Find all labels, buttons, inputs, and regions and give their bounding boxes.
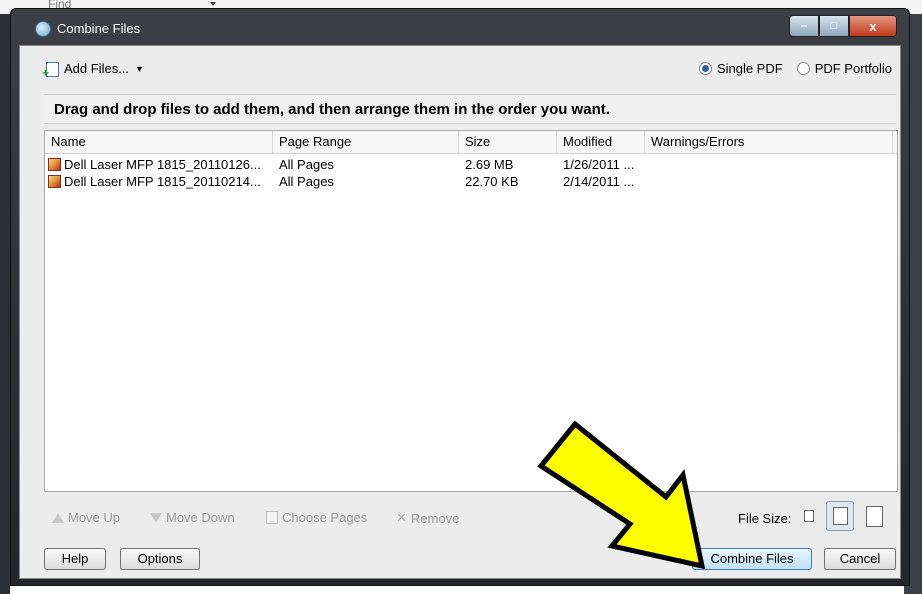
move-up-label: Move Up bbox=[68, 510, 121, 525]
minimize-button[interactable]: ‒ bbox=[789, 15, 819, 37]
file-list[interactable]: Name Page Range Size Modified Warnings/E… bbox=[44, 130, 898, 492]
output-type-group: Single PDF PDF Portfolio bbox=[698, 61, 892, 76]
choose-pages-label: Choose Pages bbox=[282, 510, 368, 525]
arrow-up-icon bbox=[52, 512, 64, 523]
file-modified: 2/14/2011 ... bbox=[563, 174, 635, 189]
file-size-medium-button[interactable] bbox=[826, 501, 854, 531]
column-header-size[interactable]: Size bbox=[459, 131, 557, 153]
column-header-name[interactable]: Name bbox=[45, 131, 273, 153]
dropdown-caret-icon: ▼ bbox=[135, 63, 144, 74]
combine-files-button[interactable]: Combine Files bbox=[692, 548, 812, 570]
list-actions: Move Up Move Down Choose Pages ✕ Remove … bbox=[44, 500, 896, 532]
table-row[interactable]: Dell Laser MFP 1815_20110214... All Page… bbox=[45, 173, 897, 190]
column-header-page-range[interactable]: Page Range bbox=[273, 131, 459, 153]
table-row[interactable]: Dell Laser MFP 1815_20110126... All Page… bbox=[45, 156, 897, 173]
file-list-header: Name Page Range Size Modified Warnings/E… bbox=[45, 131, 897, 154]
file-size-small-button[interactable] bbox=[800, 504, 818, 528]
remove-x-icon: ✕ bbox=[396, 510, 407, 525]
file-size-label: File Size: bbox=[738, 511, 792, 526]
combine-files-icon bbox=[35, 21, 51, 37]
instructions-banner: Drag and drop files to add them, and the… bbox=[44, 94, 896, 124]
file-warnings bbox=[645, 156, 893, 173]
single-pdf-label: Single PDF bbox=[716, 61, 783, 76]
file-page-range: All Pages bbox=[279, 157, 334, 172]
background-caret-icon bbox=[210, 2, 216, 6]
pdf-portfolio-label: PDF Portfolio bbox=[814, 61, 892, 76]
add-files-button[interactable]: + Add Files... ▼ bbox=[42, 61, 144, 79]
file-name: Dell Laser MFP 1815_20110126... bbox=[64, 157, 261, 172]
column-header-modified[interactable]: Modified bbox=[557, 131, 645, 153]
maximize-button[interactable]: □ bbox=[819, 15, 849, 37]
choose-pages-button[interactable]: Choose Pages bbox=[266, 510, 367, 525]
dialog-body: + Add Files... ▼ Single PDF PDF Portfoli… bbox=[19, 45, 901, 579]
remove-label: Remove bbox=[410, 510, 460, 526]
add-files-label: Add Files... bbox=[64, 61, 130, 76]
file-warnings bbox=[645, 173, 893, 190]
radio-unselected-icon bbox=[796, 62, 810, 75]
file-page-range: All Pages bbox=[279, 174, 334, 189]
pdf-file-icon bbox=[48, 175, 61, 188]
window-controls: ‒ □ x bbox=[789, 15, 897, 37]
background-left bbox=[0, 14, 10, 594]
close-button[interactable]: x bbox=[849, 15, 897, 37]
single-pdf-radio[interactable]: Single PDF bbox=[698, 61, 783, 76]
file-name: Dell Laser MFP 1815_20110214... bbox=[64, 174, 261, 189]
file-modified: 1/26/2011 ... bbox=[563, 157, 635, 172]
arrow-down-icon bbox=[150, 512, 162, 523]
small-page-icon bbox=[804, 510, 814, 522]
cancel-button[interactable]: Cancel bbox=[824, 548, 896, 570]
move-down-button[interactable]: Move Down bbox=[150, 510, 235, 525]
medium-page-icon bbox=[832, 507, 848, 525]
add-files-icon: + bbox=[42, 61, 60, 79]
pdf-portfolio-radio[interactable]: PDF Portfolio bbox=[796, 61, 892, 76]
radio-selected-icon bbox=[698, 62, 712, 75]
remove-button[interactable]: ✕ Remove bbox=[396, 510, 459, 526]
window-title: Combine Files bbox=[57, 21, 141, 36]
move-up-button[interactable]: Move Up bbox=[52, 510, 120, 525]
pdf-file-icon bbox=[48, 158, 61, 171]
title-bar[interactable]: Combine Files ‒ □ x bbox=[11, 9, 909, 45]
help-button[interactable]: Help bbox=[44, 548, 106, 570]
large-page-icon bbox=[865, 505, 883, 527]
file-size: 22.70 KB bbox=[465, 174, 519, 189]
dialog-footer: Help Options Combine Files Cancel bbox=[20, 540, 900, 578]
file-size-large-button[interactable] bbox=[860, 501, 888, 531]
options-button[interactable]: Options bbox=[120, 548, 200, 570]
move-down-label: Move Down bbox=[166, 510, 235, 525]
toolbar: + Add Files... ▼ Single PDF PDF Portfoli… bbox=[20, 46, 900, 90]
combine-files-dialog: Combine Files ‒ □ x + Add Files... ▼ Sin… bbox=[10, 8, 910, 586]
pages-icon bbox=[266, 511, 278, 524]
file-size: 2.69 MB bbox=[465, 157, 514, 172]
column-header-warnings[interactable]: Warnings/Errors bbox=[645, 131, 893, 153]
